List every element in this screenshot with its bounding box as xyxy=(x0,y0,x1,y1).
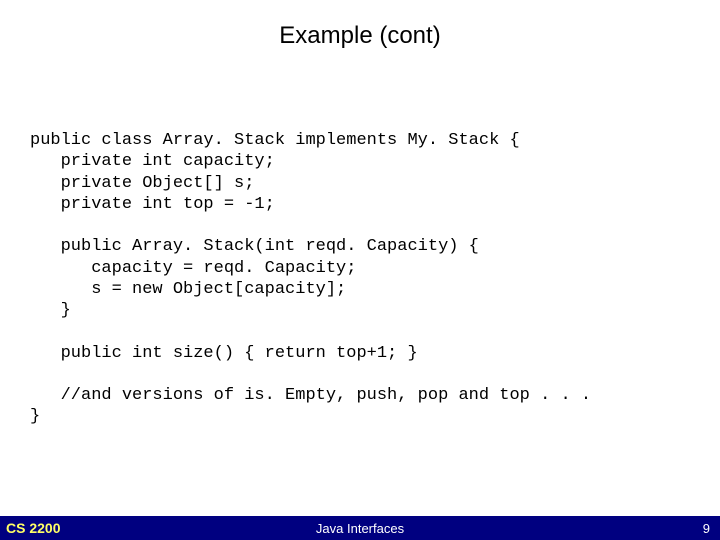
code-line: public int size() { return top+1; } xyxy=(30,344,418,363)
code-line: private int capacity; xyxy=(30,152,275,171)
code-line: private Object[] s; xyxy=(30,174,254,193)
footer-bar: CS 2200 Java Interfaces 9 xyxy=(0,516,720,540)
footer-topic: Java Interfaces xyxy=(316,521,404,536)
code-line: public Array. Stack(int reqd. Capacity) … xyxy=(30,237,479,256)
slide-title: Example (cont) xyxy=(0,0,720,50)
code-line: //and versions of is. Empty, push, pop a… xyxy=(30,386,591,405)
code-line: } xyxy=(30,407,40,426)
code-line: capacity = reqd. Capacity; xyxy=(30,259,356,278)
code-block: public class Array. Stack implements My.… xyxy=(30,130,591,428)
code-line: s = new Object[capacity]; xyxy=(30,280,346,299)
footer-course-code: CS 2200 xyxy=(0,516,60,540)
code-line: public class Array. Stack implements My.… xyxy=(30,131,520,150)
footer-page-number: 9 xyxy=(703,516,720,540)
code-line: private int top = -1; xyxy=(30,195,275,214)
slide: Example (cont) public class Array. Stack… xyxy=(0,0,720,540)
code-line: } xyxy=(30,301,71,320)
